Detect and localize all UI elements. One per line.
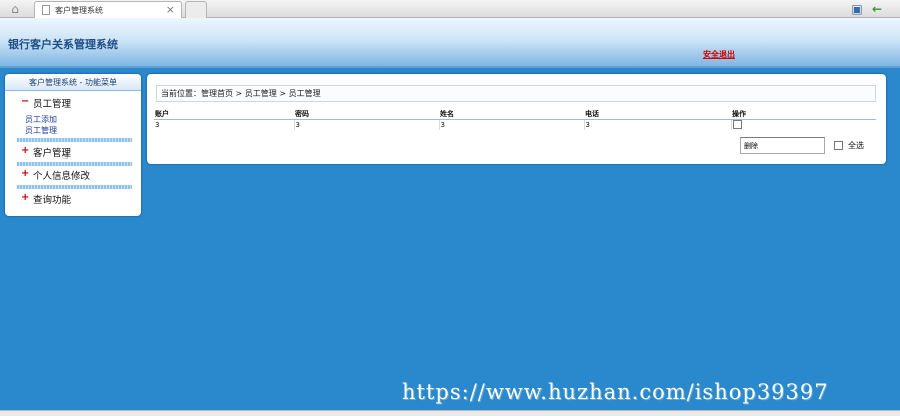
menu-group-label[interactable]: 查询功能 bbox=[33, 192, 71, 206]
browser-tab[interactable]: 客户管理系统 × bbox=[34, 1, 182, 18]
column-header-name: 姓名 bbox=[439, 109, 584, 120]
column-header-phone: 电话 bbox=[584, 109, 731, 120]
menu-divider bbox=[17, 162, 132, 166]
column-header-password: 密码 bbox=[294, 109, 439, 120]
collapse-icon[interactable]: − bbox=[21, 96, 29, 107]
cell-actions bbox=[730, 119, 876, 130]
employee-table: 账户 密码 姓名 电话 操作 3 3 3 3 bbox=[154, 109, 876, 130]
expand-icon[interactable]: + bbox=[21, 168, 29, 179]
logout-link[interactable]: 安全退出 bbox=[703, 49, 735, 60]
menu-item-employee-manage[interactable]: 员工管理 bbox=[25, 125, 57, 136]
document-icon bbox=[42, 5, 50, 15]
select-all-label: 全选 bbox=[848, 141, 864, 150]
expand-icon[interactable]: + bbox=[21, 145, 29, 156]
expand-icon[interactable]: + bbox=[21, 192, 29, 203]
sidebar-menu: 客户管理系统 - 功能菜单 − 员工管理 员工添加 员工管理 + 客户管理 + … bbox=[5, 74, 141, 216]
sidebar-title: 客户管理系统 - 功能菜单 bbox=[5, 74, 141, 91]
menu-divider bbox=[17, 185, 132, 189]
cell-name: 3 bbox=[438, 119, 584, 130]
watermark-text: https://www.huzhan.com/ishop39397 bbox=[402, 380, 829, 404]
cell-phone: 3 bbox=[583, 119, 731, 130]
row-select-checkbox[interactable] bbox=[732, 120, 742, 130]
table-row: 3 3 3 3 bbox=[154, 119, 876, 130]
content-panel: 当前位置：管理首页 > 员工管理 > 员工管理 账户 密码 姓名 电话 操作 3… bbox=[147, 74, 886, 164]
menu-group-label[interactable]: 员工管理 bbox=[33, 96, 71, 110]
cell-account: 3 bbox=[155, 120, 160, 129]
hand-cursor-icon: ☝ bbox=[62, 151, 69, 162]
column-header-account: 账户 bbox=[154, 109, 294, 120]
back-arrow-icon[interactable]: ← bbox=[870, 2, 884, 16]
app-header: 银行客户关系管理系统 安全退出 bbox=[0, 18, 900, 68]
column-header-actions: 操作 bbox=[731, 109, 876, 120]
select-all-checkbox[interactable] bbox=[834, 141, 843, 150]
menu-item-employee-add[interactable]: 员工添加 bbox=[25, 114, 57, 125]
browser-status-bar bbox=[0, 410, 900, 416]
menu-group-label[interactable]: 个人信息修改 bbox=[33, 168, 90, 182]
new-tab-button[interactable] bbox=[185, 1, 207, 18]
close-icon[interactable]: × bbox=[166, 3, 175, 16]
delete-button[interactable] bbox=[740, 137, 825, 154]
tab-title: 客户管理系统 bbox=[55, 6, 103, 15]
system-title: 银行客户关系管理系统 bbox=[8, 38, 118, 51]
cell-password: 3 bbox=[293, 119, 439, 130]
select-all-control[interactable]: 全选 bbox=[834, 140, 864, 151]
breadcrumb: 当前位置：管理首页 > 员工管理 > 员工管理 bbox=[156, 85, 876, 102]
menu-divider bbox=[17, 138, 132, 142]
page-tools-icon[interactable]: ▣ bbox=[850, 2, 864, 16]
browser-tab-bar: ⌂ 客户管理系统 × ▣ ← bbox=[0, 0, 900, 18]
home-icon[interactable]: ⌂ bbox=[6, 2, 24, 16]
table-header-row: 账户 密码 姓名 电话 操作 bbox=[154, 109, 876, 120]
